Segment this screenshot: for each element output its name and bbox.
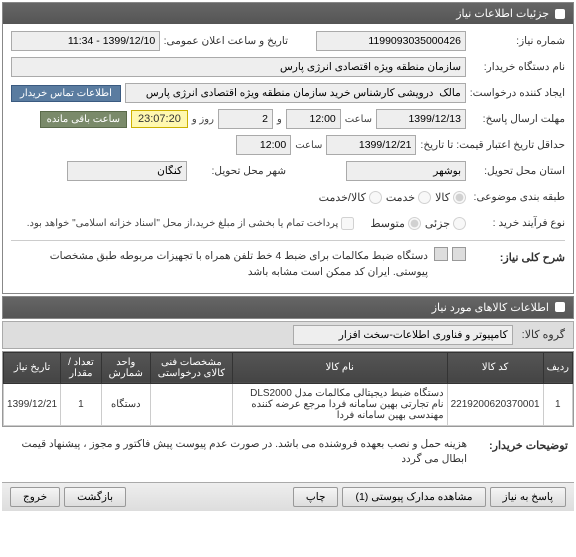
creator-field: [125, 83, 466, 103]
partial-pay-checkbox: [341, 217, 354, 230]
proc-medium-radio: [408, 217, 421, 230]
cell-qty: 1: [61, 383, 102, 425]
and-label: و: [277, 114, 282, 125]
delivery-state-label: استان محل تحویل:: [470, 165, 565, 177]
hour-label-1: ساعت: [345, 114, 372, 125]
th-qty: تعداد / مقدار: [61, 352, 102, 383]
buyer-notes-text: هزینه حمل و نصب بعهده فروشنده می باشد. د…: [8, 435, 469, 471]
goods-table: ردیف کد کالا نام کالا مشخصات فنی کالای د…: [3, 352, 573, 426]
proc-small-radio: [453, 217, 466, 230]
validity-date-field: [326, 135, 416, 155]
creator-label: ایجاد کننده درخواست:: [470, 87, 565, 99]
print-button[interactable]: چاپ: [293, 487, 339, 507]
delivery-city-field: [67, 161, 187, 181]
back-button[interactable]: بازگشت: [64, 487, 126, 507]
cell-unit: دستگاه: [101, 383, 150, 425]
deadline-days-field: [218, 109, 273, 129]
category-label: طبقه بندی موضوعی:: [470, 191, 565, 203]
group-field: [293, 325, 513, 345]
buyer-notes-label: توضیحات خریدار:: [473, 435, 568, 452]
exit-button[interactable]: خروج: [10, 487, 60, 507]
cat-goods-service-radio: [369, 191, 382, 204]
cell-idx: 1: [543, 383, 572, 425]
deadline-date-field: [376, 109, 466, 129]
deadline-label: مهلت ارسال پاسخ:: [470, 113, 565, 125]
cat-goods-service-label: کالا/خدمت: [319, 191, 366, 204]
cat-service-radio: [418, 191, 431, 204]
th-spec: مشخصات فنی کالای درخواستی: [150, 352, 232, 383]
desc-text: دستگاه ضبط مکالمات برای ضبط 4 خط تلفن هم…: [11, 247, 430, 283]
deadline-hour-field: [286, 109, 341, 129]
cell-name: دستگاه ضبط دیجیتالی مکالمات مدل DLS2000 …: [232, 383, 447, 425]
hour-label-2: ساعت: [295, 140, 322, 151]
public-date-label: تاریخ و ساعت اعلان عمومی:: [164, 35, 288, 47]
panel-header-need-details: جزئیات اطلاعات نیاز: [3, 3, 573, 24]
table-row: 1 2219200620370001 دستگاه ضبط دیجیتالی م…: [4, 383, 573, 425]
panel-header-goods-info: اطلاعات کالاهای مورد نیاز: [3, 297, 573, 318]
buyer-name-field: [11, 57, 466, 77]
th-date: تاریخ نیاز: [4, 352, 61, 383]
desc-label: شرح کلی نیاز:: [470, 247, 565, 264]
footer-toolbar: پاسخ به نیاز مشاهده مدارک پیوستی (1) چاپ…: [2, 482, 574, 511]
delivery-state-field: [346, 161, 466, 181]
delivery-city-label: شهر محل تحویل:: [191, 165, 286, 177]
need-number-field: [316, 31, 466, 51]
proc-medium-label: متوسط: [370, 217, 405, 230]
cell-code: 2219200620370001: [447, 383, 543, 425]
remaining-badge: ساعت باقی مانده: [40, 111, 127, 128]
panel2-title: اطلاعات کالاهای مورد نیاز: [432, 301, 549, 314]
cat-goods-label: کالا: [435, 191, 450, 204]
group-row: گروه کالا:: [2, 321, 574, 349]
cat-goods-radio: [453, 191, 466, 204]
buyer-name-label: نام دستگاه خریدار:: [470, 61, 565, 73]
proc-small-label: جزئی: [425, 217, 450, 230]
validity-label: حداقل تاریخ اعتبار قیمت: تا تاریخ:: [420, 139, 565, 151]
expand-icon[interactable]: [452, 247, 466, 261]
th-code: کد کالا: [447, 352, 543, 383]
th-unit: واحد شمارش: [101, 352, 150, 383]
group-label: گروه کالا:: [522, 329, 565, 341]
need-number-label: شماره نیاز:: [470, 35, 565, 47]
panel-title: جزئیات اطلاعات نیاز: [456, 7, 549, 20]
process-label: نوع فرآیند خرید :: [470, 217, 565, 229]
th-idx: ردیف: [543, 352, 572, 383]
cell-date: 1399/12/21: [4, 383, 61, 425]
days-unit-label: روز و: [192, 114, 214, 125]
attachments-button[interactable]: مشاهده مدارک پیوستی (1): [342, 487, 485, 507]
time-left-badge: 23:07:20: [131, 110, 188, 128]
buyer-contact-button[interactable]: اطلاعات تماس خریدار: [11, 85, 121, 102]
th-name: نام کالا: [232, 352, 447, 383]
public-date-field: [11, 31, 160, 51]
copy-icon[interactable]: [434, 247, 448, 261]
partial-pay-label: پرداخت تمام یا بخشی از مبلغ خرید،از محل …: [27, 218, 339, 229]
respond-button[interactable]: پاسخ به نیاز: [490, 487, 566, 507]
cat-service-label: خدمت: [386, 191, 415, 204]
validity-hour-field: [236, 135, 291, 155]
cell-spec: [150, 383, 232, 425]
